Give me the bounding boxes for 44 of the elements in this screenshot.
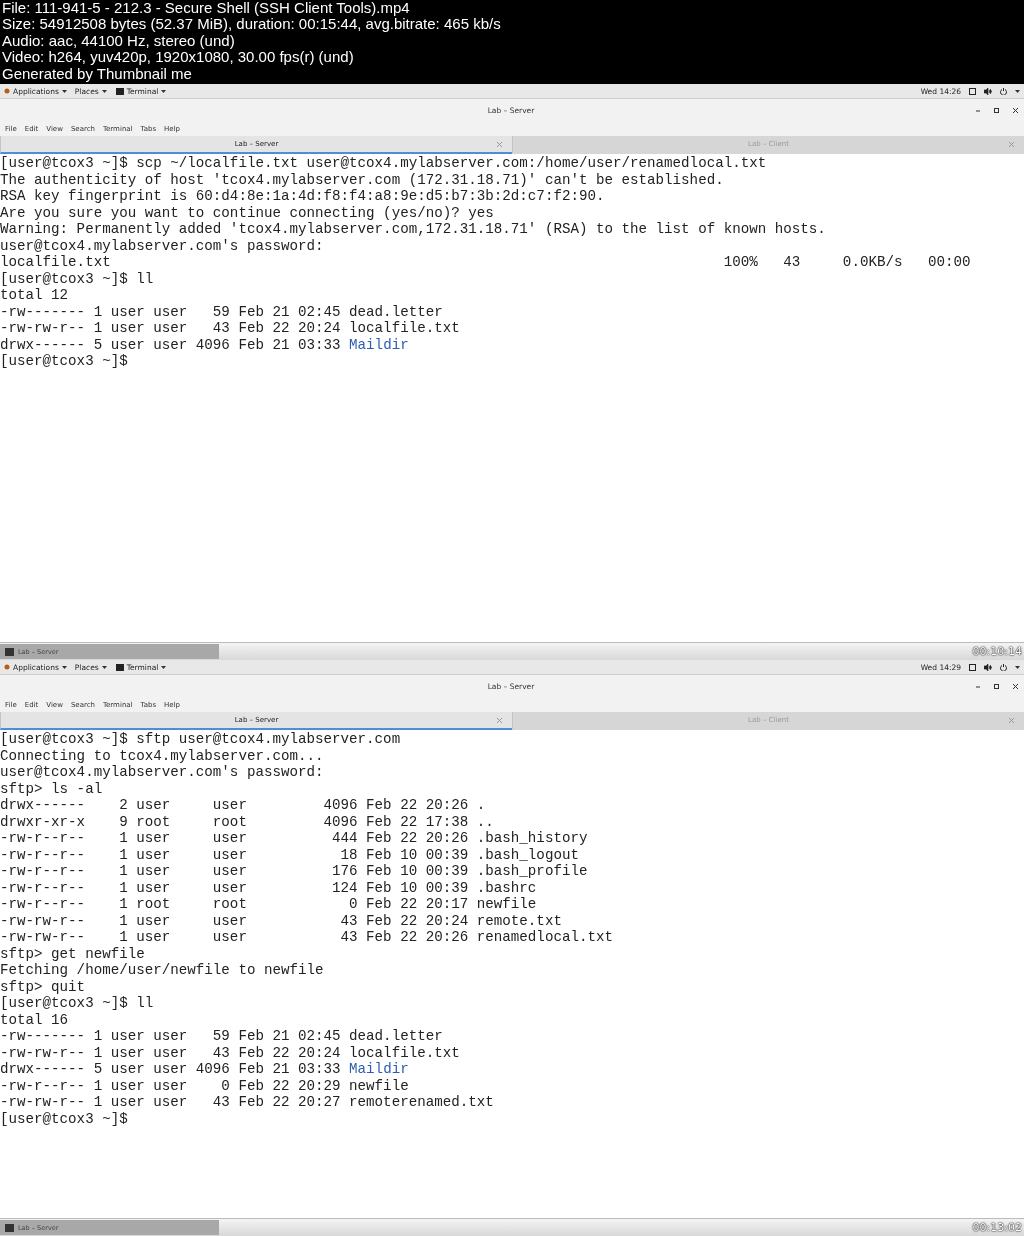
terminal-line: -rw-rw-r-- 1 user user 43 Feb 22 20:26 renamedlocal.txt <box>0 929 614 946</box>
file-info-text: Size: 54912508 bytes (52.37 MiB), duration: 00:15:44, avg.bitrate: 465 kb/s <box>2 16 502 33</box>
terminal-line: localfile.txt 100% 43 0.0KB/s 00:00 <box>0 254 972 271</box>
terminal-line: [user@tcox3 ~]$ ll <box>0 995 155 1012</box>
terminal-line: [user@tcox3 ~]$ <box>0 353 129 370</box>
terminal-line: [user@tcox3 ~]$ <box>0 1110 129 1127</box>
file-info-text: Audio: aac, 44100 Hz, stereo (und) <box>2 32 236 50</box>
terminal-line: -rw-r--r-- 1 user user 124 Feb 10 00:39 .bashrc <box>0 879 538 896</box>
terminal-line: total 16 <box>0 1011 70 1028</box>
terminal-line: -rw-r--r-- 1 root root 0 Feb 22 20:17 newfile <box>0 896 538 913</box>
terminal-line: user@tcox4.mylabserver.com's password: <box>0 764 325 781</box>
file-info-text: Video: h264, yuv420p, 1920x1080, 30.00 fps(r) (und) <box>2 49 355 66</box>
terminal-line: -rw------- 1 user user 59 Feb 21 02:45 dead.letter <box>0 1028 444 1045</box>
terminal-line: sftp> get newfile <box>0 945 146 962</box>
terminal-line: [user@tcox3 ~]$ ll <box>0 270 155 287</box>
terminal-line: drwx------ 5 user user 4096 Feb 21 03:33 Maildir <box>0 1061 410 1078</box>
terminal-line: -rw-rw-r-- 1 user user 43 Feb 22 20:24 localfile.txt <box>0 320 461 337</box>
terminal-line: sftp> ls -al <box>0 780 104 797</box>
terminal-line: Connecting to tcox4.mylabserver.com... <box>0 747 325 764</box>
terminal-line: total 12 <box>0 287 70 304</box>
terminal-line: user@tcox4.mylabserver.com's password: <box>0 237 325 254</box>
terminal-line: -rw------- 1 user user 59 Feb 21 02:45 dead.letter <box>0 303 444 320</box>
terminal-line: drwx------ 2 user user 4096 Feb 22 20:26 . <box>0 797 487 814</box>
terminal-line: sftp> quit <box>0 978 87 995</box>
file-info-text: Generated by Thumbnail me <box>2 65 193 83</box>
terminal-line: The authenticity of host 'tcox4.mylabserver.com (172.31.18.71)' can't be established. <box>0 171 725 188</box>
terminal-line: RSA key fingerprint is 60:d4:8e:1a:4d:f8:f4:a8:9e:d5:b7:3b:2d:c7:f2:90. <box>0 188 606 205</box>
terminal-line: -rw-r--r-- 1 user user 176 Feb 10 00:39 .bash_profile <box>0 863 589 880</box>
terminal-line: Warning: Permanently added 'tcox4.mylabserver.com,172.31.18.71' (RSA) to the list of known hosts. <box>0 221 827 238</box>
terminal-line: -rw-r--r-- 1 user user 444 Feb 22 20:26 .bash_history <box>0 830 589 847</box>
terminal-line: Are you sure you want to continue connecting (yes/no)? yes <box>0 204 495 221</box>
terminal-line: -rw-rw-r-- 1 user user 43 Feb 22 20:24 remote.txt <box>0 912 563 929</box>
terminal-line: -rw-rw-r-- 1 user user 43 Feb 22 20:24 localfile.txt <box>0 1044 461 1061</box>
video-timestamp: 00:13:02 <box>972 1221 1023 1234</box>
video-timestamp: 00:10:14 <box>972 645 1023 658</box>
terminal-line: -rw-r--r-- 1 user user 0 Feb 22 20:29 newfile <box>0 1077 410 1094</box>
terminal-line: -rw-rw-r-- 1 user user 43 Feb 22 20:27 remoterenamed.txt <box>0 1094 495 1111</box>
terminal-line: drwx------ 5 user user 4096 Feb 21 03:33 Maildir <box>0 336 410 353</box>
terminal-line: -rw-r--r-- 1 user user 18 Feb 10 00:39 .bash_logout <box>0 846 580 863</box>
terminal-line: [user@tcox3 ~]$ sftp user@tcox4.mylabserver.com <box>0 731 402 748</box>
terminal-line: Fetching /home/user/newfile to newfile <box>0 962 325 979</box>
file-info-text: File: 111-941-5 - 212.3 - Secure Shell (SSH Client Tools).mp4 <box>2 0 411 17</box>
terminal-line: [user@tcox3 ~]$ scp ~/localfile.txt user@tcox4.mylabserver.com:/home/user/renamedlocal.txt <box>0 155 768 172</box>
terminal-line: drwxr-xr-x 9 root root 4096 Feb 22 17:38 .. <box>0 813 495 830</box>
